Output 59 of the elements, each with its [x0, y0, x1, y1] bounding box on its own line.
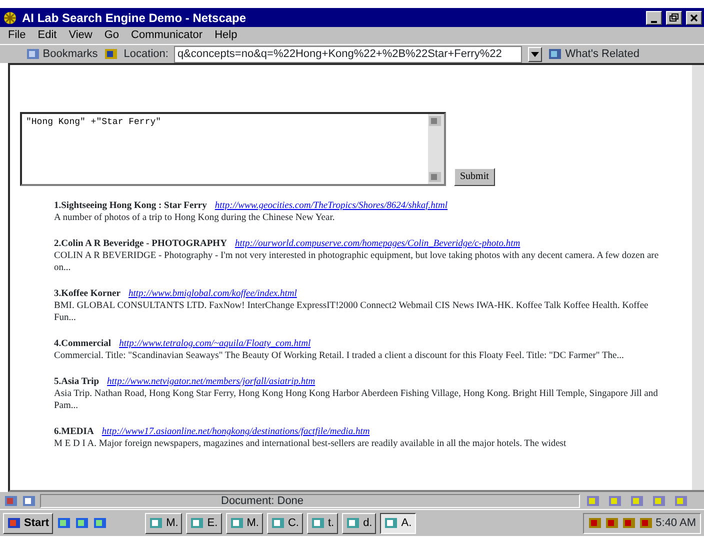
taskbar-button[interactable]: C.: [266, 512, 303, 534]
result-number: 4.: [54, 339, 62, 349]
result-url[interactable]: http://www.bmiglobal.com/koffee/index.html: [128, 289, 297, 299]
result-url[interactable]: http://www17.asiaonline.net/hongkong/destinations/factfile/media.htm: [102, 427, 370, 437]
scrollbar[interactable]: [428, 114, 444, 184]
minimize-button[interactable]: [646, 10, 662, 24]
caret-icon: [531, 52, 540, 56]
result-number: 3.: [54, 289, 62, 299]
result-link[interactable]: Sightseeing Hong Kong : Star Ferry: [61, 201, 207, 211]
bookmarks-button[interactable]: Bookmarks: [26, 46, 98, 62]
result-description: BMI. GLOBAL CONSULTANTS LTD. FaxNow! InterChange ExpressIT!2000 Connect2 Webmail CIS News IWA-HK. Koffee Talk Koffee Health. Koffee Fun...: [54, 300, 650, 324]
start-button[interactable]: Start: [3, 512, 54, 534]
clock: 5:40 AM: [656, 516, 696, 531]
menu-item[interactable]: Help: [214, 27, 238, 44]
location-label: Location:: [124, 46, 168, 62]
menu-item[interactable]: Edit: [38, 27, 57, 44]
result-description: M E D I A. Major foreign newspapers, magazines and international best-sellers are readily available in all the major hotels. The widest: [54, 438, 568, 450]
result-url[interactable]: http://www.netvigator.net/members/jorfall/asiatrip.htm: [107, 377, 316, 387]
taskbar-button[interactable]: M.: [226, 512, 263, 534]
result-description: COLIN A R BEVERIDGE - Photography - I'm not very interested in photographic equipment, but love taking photos with any decent camera. A few dozen are on...: [54, 250, 660, 274]
result-url[interactable]: http://www.geocities.com/TheTropics/Shores/8624/shkaf.html: [214, 201, 448, 211]
scrollbar[interactable]: [692, 65, 704, 490]
restore-button[interactable]: [666, 10, 682, 24]
dropdown-button[interactable]: [528, 46, 542, 62]
result-url[interactable]: http://ourworld.compuserve.com/homepages/Colin_Beveridge/c-photo.htm: [234, 239, 520, 249]
menu-item[interactable]: File: [8, 27, 26, 44]
taskbar-button[interactable]: t.: [306, 512, 338, 534]
result-description: Commercial. Title: "Scandinavian Seaways" The Beauty Of Working Retail. I traded a client a discount for this Floaty Feel. Title: "DC Farmer" The...: [54, 350, 625, 362]
result-url[interactable]: http://www.tetralog.com/~aquila/Floaty_com.html: [119, 339, 311, 349]
taskbar-button[interactable]: E.: [186, 512, 222, 534]
scroll-up-icon: [428, 114, 442, 128]
result-description: Asia Trip. Nathan Road, Hong Kong Star Ferry, Hong Kong Hong Kong Harbor Aberdeen Fishing Village, Hong Kong. Bright Hill Temple, Singapore Jill and Pam...: [54, 388, 659, 412]
minimize-icon: [651, 20, 657, 22]
taskbar-button[interactable]: d.: [342, 512, 376, 534]
restore-icon: [668, 12, 680, 24]
submit-button[interactable]: Submit: [454, 168, 495, 186]
result-link[interactable]: Asia Trip: [61, 377, 100, 387]
result-link[interactable]: MEDIA: [61, 427, 94, 437]
result-number: 5.: [54, 377, 62, 387]
app-icon: [2, 10, 18, 26]
result-number: 1.: [54, 201, 62, 211]
window-title: AI Lab Search Engine Demo - Netscape: [22, 10, 248, 26]
result-description: A number of photos of a trip to Hong Kong during the Chinese New Year.: [54, 212, 336, 224]
close-icon: [688, 12, 700, 24]
close-button[interactable]: [686, 10, 702, 24]
scroll-down-icon: [428, 170, 442, 184]
result-number: 2.: [54, 239, 62, 249]
result-link[interactable]: Commercial: [61, 339, 112, 349]
status-text: Document: Done: [40, 494, 580, 508]
result-link[interactable]: Colin A R Beveridge - PHOTOGRAPHY: [61, 239, 227, 249]
menu-item[interactable]: Go: [104, 27, 120, 44]
result-link[interactable]: Koffee Korner: [61, 289, 120, 299]
whats-related-button[interactable]: What's Related: [548, 46, 640, 62]
location-field[interactable]: q&concepts=no&q=%22Hong+Kong%22+%2B%22Star+Ferry%22: [174, 46, 522, 62]
taskbar-button[interactable]: M.: [145, 512, 182, 534]
menu-item[interactable]: Communicator: [131, 27, 203, 44]
result-number: 6.: [54, 427, 62, 437]
menu-item[interactable]: View: [68, 27, 92, 44]
taskbar-button[interactable]: A.: [380, 512, 416, 534]
